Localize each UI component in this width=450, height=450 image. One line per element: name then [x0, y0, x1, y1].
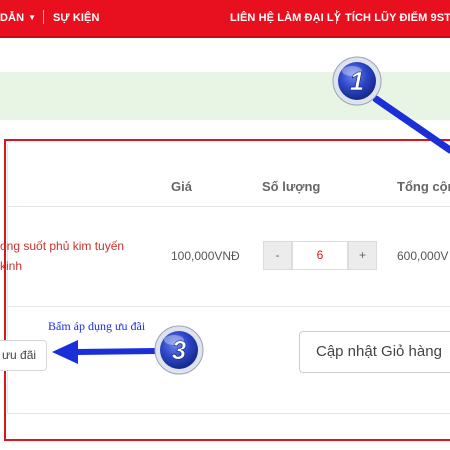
notice-banner [0, 72, 450, 120]
nav-item-guide-label: DẪN [0, 12, 25, 24]
nav-item-guide[interactable]: DẪN ▼ [0, 12, 36, 24]
product-price: 100,000VNĐ [171, 249, 240, 263]
table-divider [8, 306, 450, 307]
product-name-link-continued[interactable]: kinh [0, 259, 22, 273]
column-header-price: Giá [171, 179, 192, 194]
nav-divider [336, 10, 337, 24]
top-nav-bar: DẪN ▼ SỰ KIỆN LIÊN HỆ LÀM ĐẠI LÝ TÍCH LŨY… [0, 0, 450, 36]
nav-item-events[interactable]: SỰ KIỆN [53, 12, 100, 24]
quantity-input[interactable]: 6 [292, 241, 348, 270]
column-header-total: Tổng cộn [397, 179, 450, 194]
chevron-down-icon: ▼ [28, 13, 37, 22]
quantity-increase-button[interactable]: + [348, 241, 377, 270]
product-total: 600,000V [397, 249, 449, 263]
cart-table-border [7, 144, 450, 414]
update-cart-button[interactable]: Cập nhật Giỏ hàng [299, 331, 450, 373]
product-name-link[interactable]: ong suốt phủ kim tuyến [0, 239, 124, 253]
quantity-decrease-button[interactable]: - [263, 241, 292, 270]
annotation-hint-text: Bấm áp dụng ưu đãi [48, 319, 146, 333]
nav-item-agency[interactable]: LIÊN HỆ LÀM ĐẠI LÝ [230, 12, 341, 24]
nav-item-points[interactable]: TÍCH LŨY ĐIỂM 9STYL [345, 12, 450, 24]
nav-shadow [0, 36, 450, 38]
nav-divider [43, 10, 44, 24]
table-divider [8, 206, 450, 207]
apply-coupon-button[interactable]: ưu đãi [0, 340, 47, 371]
column-header-quantity: Số lượng [262, 179, 321, 194]
